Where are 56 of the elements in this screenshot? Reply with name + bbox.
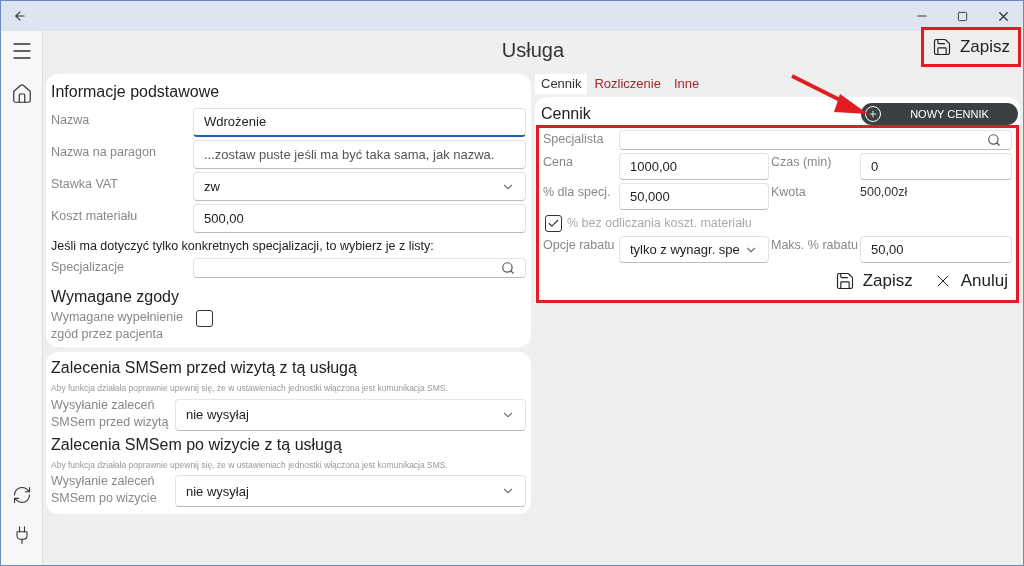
- select-field[interactable]: tylko z wynagr. spe: [619, 236, 769, 263]
- section-heading: Wymagane zgody: [51, 286, 180, 307]
- input-field[interactable]: Wdrożenie: [193, 108, 526, 137]
- save-button[interactable]: Zapisz: [920, 27, 1021, 67]
- new-price-list-button[interactable]: NOWY CENNIK: [861, 103, 1018, 125]
- section-heading: Informacje podstawowe: [51, 82, 221, 102]
- cancel-button[interactable]: Anuluj: [932, 268, 1008, 294]
- tab[interactable]: Inne: [667, 74, 706, 94]
- hint-text: Jeśli ma dotyczyć tylko konkretnych specjalizacji, to wybierz je z listy:: [51, 238, 435, 255]
- search-icon: [987, 133, 1001, 147]
- input-field[interactable]: 1000,00: [619, 153, 769, 180]
- back-icon[interactable]: [13, 9, 27, 23]
- checkbox[interactable]: [196, 309, 213, 327]
- save-icon: [931, 37, 952, 57]
- page-title: Usługa: [501, 38, 565, 63]
- amount-value: 500,00zł: [860, 184, 908, 201]
- field-label: Nazwa na paragon: [51, 144, 157, 161]
- checkbox-label: % bez odliczania koszt. materiału: [567, 214, 752, 232]
- note-text: Aby funkcja działała poprawnie upewnij się, że w ustawieniach jednostki włączona jest komunikacja SMS.: [51, 381, 449, 395]
- section-heading: Cennik: [541, 104, 592, 124]
- input-field[interactable]: ...zostaw puste jeśli ma być taka sama, jak nazwa.: [193, 140, 526, 169]
- section-heading: Zalecenia SMSem po wizycie z tą usługą: [51, 434, 343, 455]
- input-field[interactable]: 50,000: [619, 183, 769, 210]
- maximize-icon[interactable]: [957, 10, 968, 22]
- checkbox[interactable]: [545, 214, 562, 232]
- field-label: Wysyłanie zaleceń SMSem przed wizytą: [51, 396, 170, 431]
- search-field[interactable]: [193, 257, 526, 278]
- note-text: Aby funkcja działała poprawnie upewnij się, że w ustawieniach jednostki włączona jest komunikacja SMS.: [51, 458, 449, 472]
- select-field[interactable]: nie wysyłaj: [175, 398, 526, 431]
- input-field[interactable]: 500,00: [193, 204, 526, 233]
- save-button[interactable]: Zapisz: [834, 268, 913, 294]
- select-field[interactable]: zw: [193, 172, 526, 201]
- field-label: Cena: [543, 154, 574, 171]
- input-field[interactable]: 0: [860, 153, 1012, 180]
- field-label: Czas (min): [770, 154, 833, 171]
- field-label: Opcje rabatu: [543, 237, 616, 254]
- section-heading: Zalecenia SMSem przed wizytą z tą usługą: [51, 357, 358, 378]
- field-label: Specjalizacje: [51, 258, 125, 276]
- input-field[interactable]: 50,00: [860, 236, 1012, 263]
- save-icon: [834, 271, 855, 291]
- search-icon: [501, 260, 515, 275]
- field-label: Specjalista: [543, 131, 605, 148]
- field-label: Kwota: [770, 184, 807, 201]
- field-label: Nazwa: [51, 112, 91, 129]
- home-icon[interactable]: [10, 83, 33, 105]
- select-field[interactable]: nie wysyłaj: [175, 475, 526, 508]
- field-label: Wysyłanie zaleceń SMSem po wizycie: [51, 473, 158, 508]
- tab[interactable]: Cennik: [535, 74, 588, 94]
- field-label: Stawka VAT: [51, 176, 119, 193]
- field-label: Maks. % rabatu: [770, 237, 859, 254]
- checkbox-label: Wymagane wypełnienie zgód przez pacjenta: [51, 308, 184, 343]
- refresh-icon[interactable]: [11, 485, 32, 505]
- field-label: Koszt materiału: [51, 208, 139, 225]
- tab[interactable]: Rozliczenie: [588, 74, 667, 94]
- search-field[interactable]: [619, 130, 1012, 150]
- field-label: % dla specj.: [543, 184, 612, 201]
